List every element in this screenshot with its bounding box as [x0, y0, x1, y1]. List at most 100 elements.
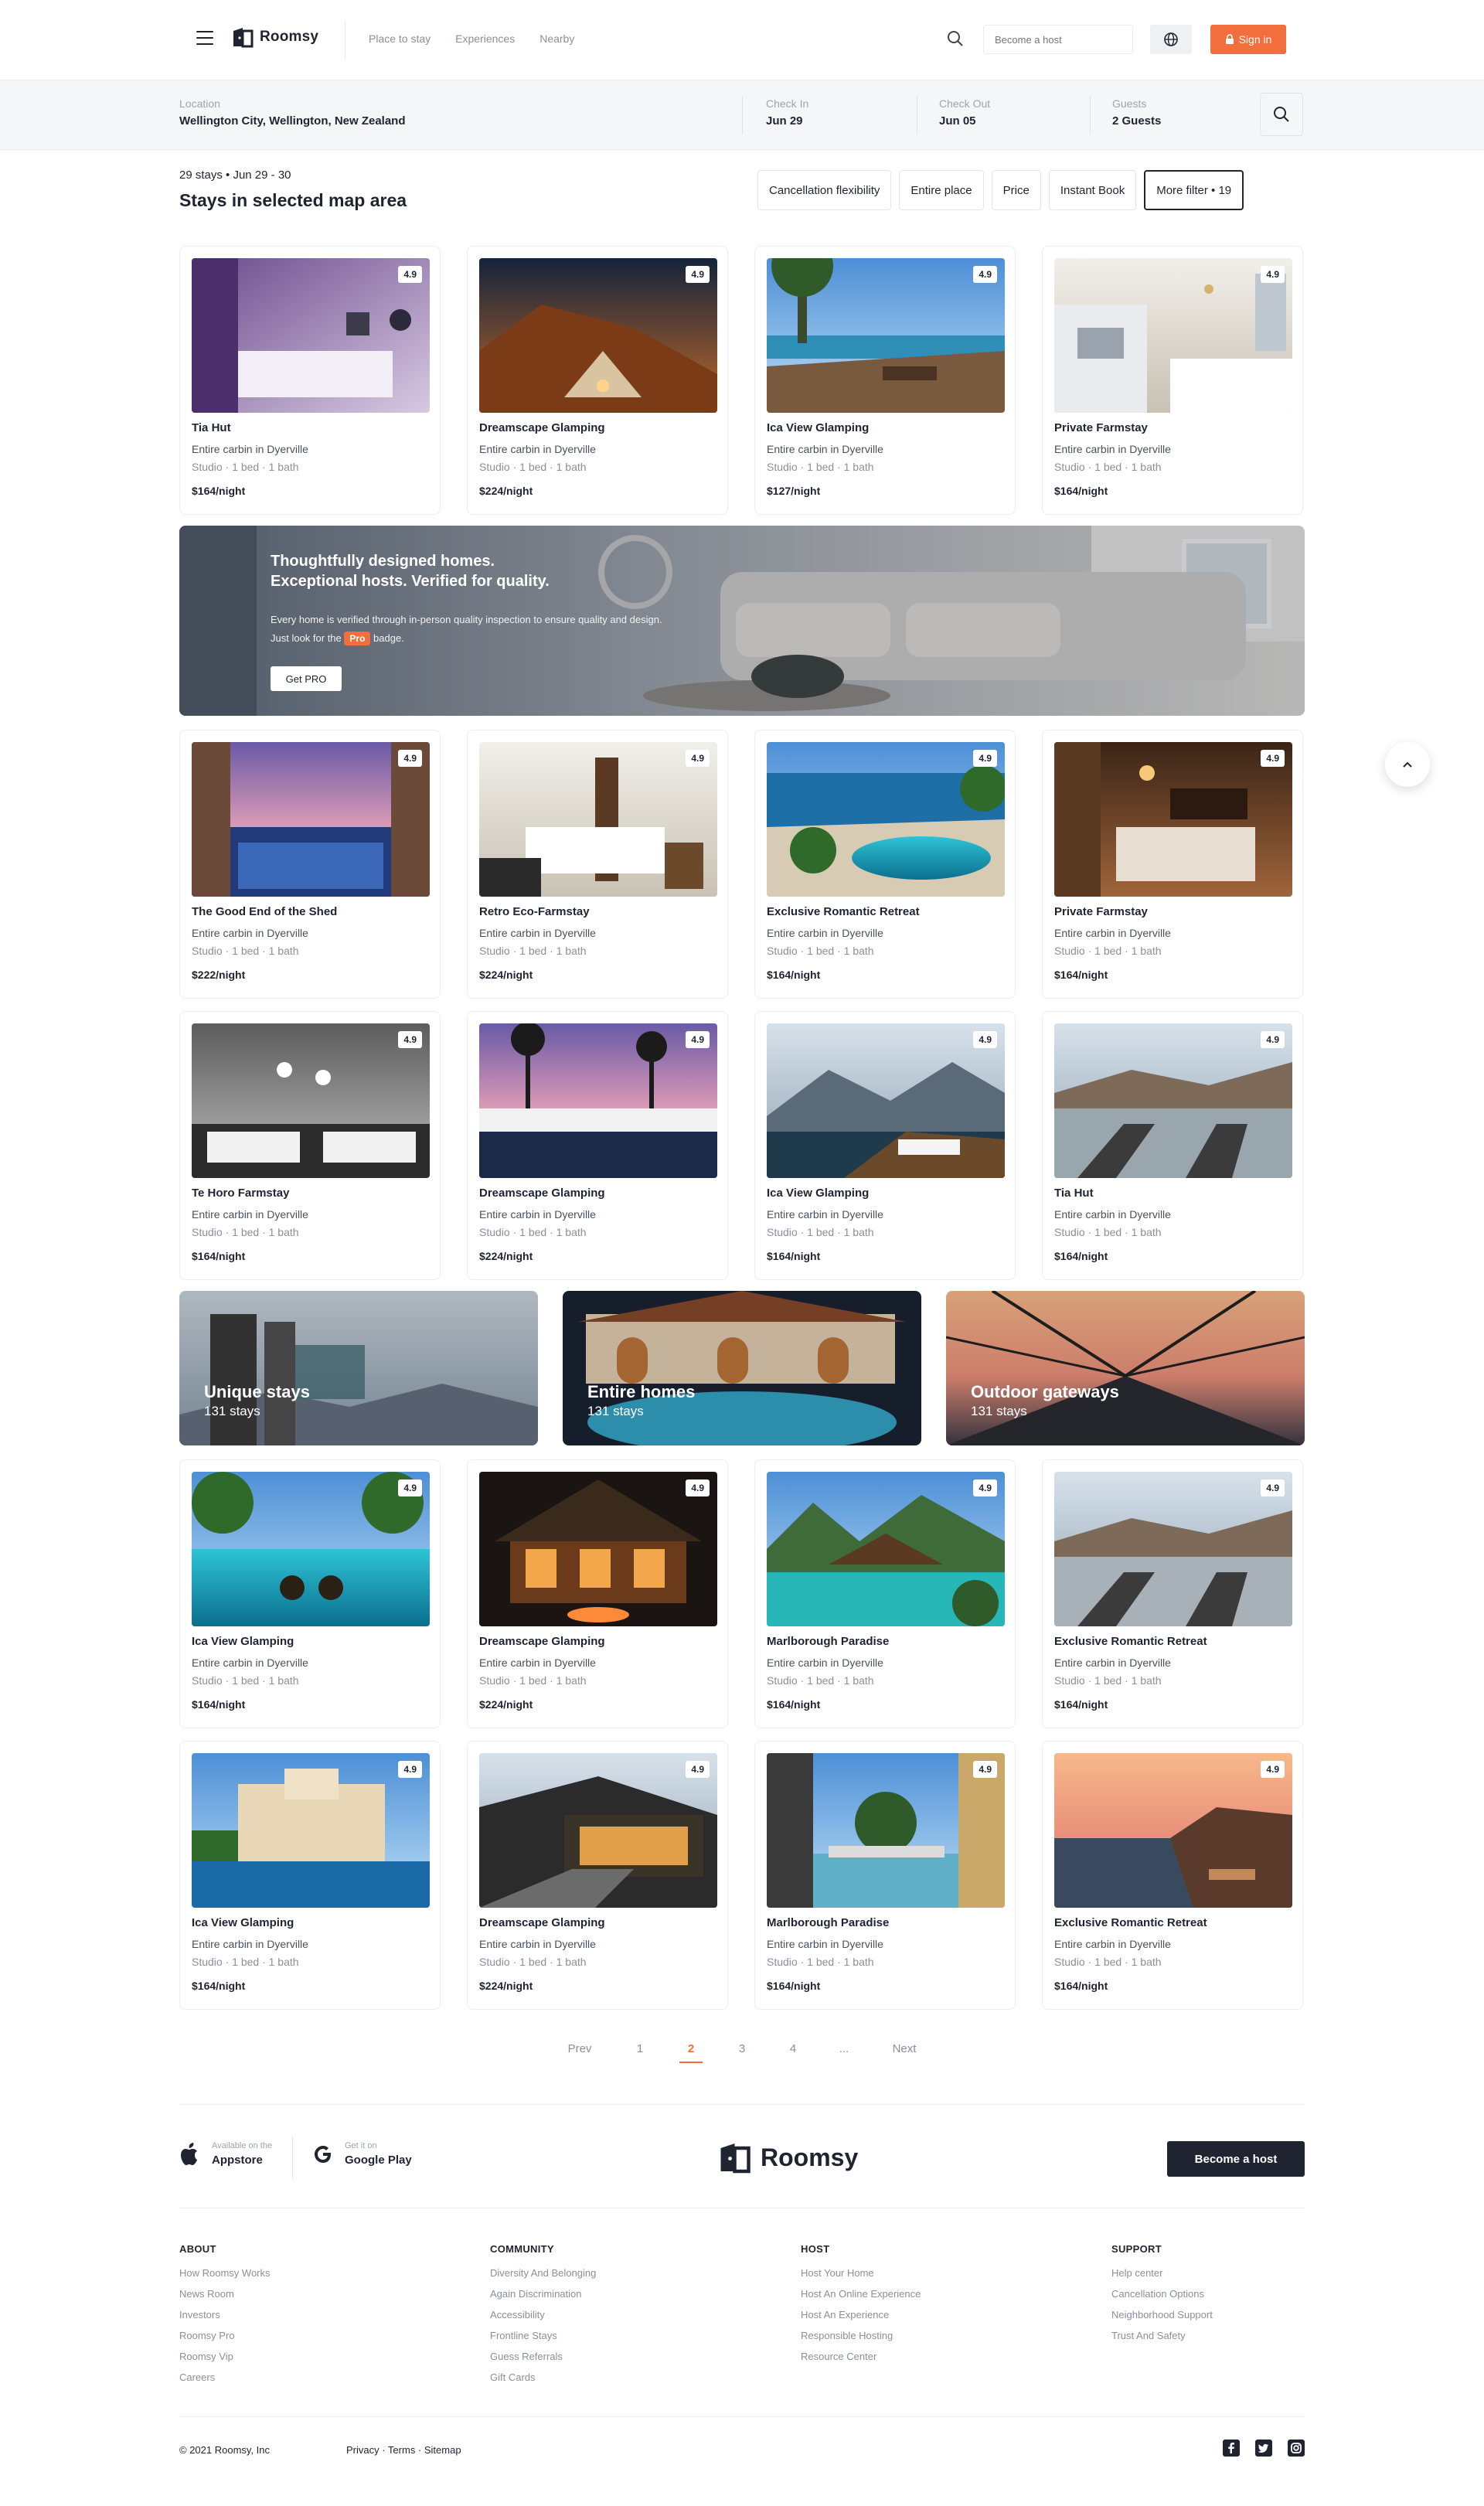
footer-link[interactable]: How Roomsy Works [179, 2263, 271, 2283]
listing-photo[interactable]: 4.9 [1054, 1023, 1292, 1178]
category-entire-homes[interactable]: Entire homes 131 stays [563, 1291, 921, 1445]
footer-link[interactable]: Again Discrimination [490, 2283, 596, 2304]
pagination-page[interactable]: 3 [716, 2042, 768, 2063]
legal-links[interactable]: Privacy · Terms · Sitemap [346, 2444, 461, 2456]
nav-nearby[interactable]: Nearby [539, 32, 574, 45]
listing-card[interactable]: 4.9 Dreamscape Glamping Entire carbin in D… [467, 1011, 728, 1280]
listing-title[interactable]: Dreamscape Glamping [479, 1635, 605, 1648]
listing-photo[interactable]: 4.9 [192, 258, 430, 413]
listing-card[interactable]: 4.9 Tia Hut Entire carbin in Dyerville Stud… [1042, 1011, 1303, 1280]
guests-field[interactable]: Guests 2 Guests [1112, 97, 1161, 128]
filter-price-button[interactable]: Price [991, 170, 1041, 210]
listing-card[interactable]: 4.9 Exclusive Romantic Retreat Entire carb… [754, 730, 1016, 999]
listing-title[interactable]: Ica View Glamping [192, 1916, 294, 1929]
footer-link[interactable]: Careers [179, 2367, 271, 2388]
listing-photo[interactable]: 4.9 [1054, 258, 1292, 413]
listing-title[interactable]: Ica View Glamping [192, 1635, 294, 1648]
language-button[interactable] [1150, 25, 1192, 54]
listing-title[interactable]: Marlborough Paradise [767, 1916, 889, 1929]
location-field[interactable]: Location Wellington City, Wellington, Ne… [179, 97, 406, 128]
instagram-icon[interactable] [1288, 2440, 1305, 2457]
checkin-field[interactable]: Check In Jun 29 [766, 97, 808, 128]
listing-title[interactable]: Tia Hut [192, 421, 231, 434]
footer-link[interactable]: Roomsy Vip [179, 2346, 271, 2367]
pagination-page[interactable]: 4 [768, 2042, 819, 2063]
listing-title[interactable]: Dreamscape Glamping [479, 421, 605, 434]
listing-photo[interactable]: 4.9 [192, 1472, 430, 1626]
menu-icon[interactable] [196, 31, 213, 46]
scroll-to-top-button[interactable] [1385, 742, 1430, 787]
listing-photo[interactable]: 4.9 [1054, 742, 1292, 897]
pagination-page-active[interactable]: 2 [665, 2042, 716, 2063]
search-icon[interactable] [946, 29, 965, 48]
listing-photo[interactable]: 4.9 [1054, 1753, 1292, 1908]
listing-photo[interactable]: 4.9 [479, 1023, 717, 1178]
footer-link[interactable]: Gift Cards [490, 2367, 596, 2388]
listing-photo[interactable]: 4.9 [192, 1023, 430, 1178]
footer-link[interactable]: Frontline Stays [490, 2325, 596, 2346]
listing-card[interactable]: 4.9 Exclusive Romantic Retreat Entire carb… [1042, 1741, 1303, 2010]
listing-title[interactable]: Ica View Glamping [767, 421, 869, 434]
footer-link[interactable]: Host An Online Experience [801, 2283, 921, 2304]
filter-instant-book-button[interactable]: Instant Book [1048, 170, 1137, 210]
listing-photo[interactable]: 4.9 [767, 1023, 1005, 1178]
footer-link[interactable]: Cancellation Options [1111, 2283, 1213, 2304]
become-host-input[interactable] [983, 25, 1133, 54]
footer-link[interactable]: Investors [179, 2304, 271, 2325]
listing-title[interactable]: Tia Hut [1054, 1187, 1094, 1200]
listing-title[interactable]: Exclusive Romantic Retreat [1054, 1635, 1207, 1648]
footer-link[interactable]: Accessibility [490, 2304, 596, 2325]
listing-card[interactable]: 4.9 Exclusive Romantic Retreat Entire carb… [1042, 1459, 1303, 1728]
listing-title[interactable]: Ica View Glamping [767, 1187, 869, 1200]
listing-photo[interactable]: 4.9 [767, 1753, 1005, 1908]
listing-photo[interactable]: 4.9 [1054, 1472, 1292, 1626]
listing-card[interactable]: 4.9 Marlborough Paradise Entire carbin in … [754, 1459, 1016, 1728]
listing-card[interactable]: 4.9 Private Farmstay Entire carbin in Dyer… [1042, 246, 1303, 515]
pagination-next[interactable]: Next [870, 2042, 939, 2063]
footer-link[interactable]: Host Your Home [801, 2263, 921, 2283]
listing-card[interactable]: 4.9 Ica View Glamping Entire carbin in Dye… [754, 246, 1016, 515]
listing-title[interactable]: Private Farmstay [1054, 421, 1148, 434]
footer-link[interactable]: Trust And Safety [1111, 2325, 1213, 2346]
listing-card[interactable]: 4.9 Marlborough Paradise Entire carbin in … [754, 1741, 1016, 2010]
listing-title[interactable]: Private Farmstay [1054, 905, 1148, 918]
listing-card[interactable]: 4.9 Dreamscape Glamping Entire carbin in D… [467, 246, 728, 515]
footer-link[interactable]: Resource Center [801, 2346, 921, 2367]
sign-in-button[interactable]: Sign in [1210, 25, 1286, 54]
listing-card[interactable]: 4.9 Tia Hut Entire carbin in Dyerville Stud… [179, 246, 441, 515]
listing-photo[interactable]: 4.9 [767, 258, 1005, 413]
nav-place-to-stay[interactable]: Place to stay [369, 32, 431, 45]
facebook-icon[interactable] [1223, 2440, 1240, 2457]
listing-title[interactable]: Retro Eco-Farmstay [479, 905, 590, 918]
listing-photo[interactable]: 4.9 [479, 258, 717, 413]
footer-link[interactable]: Host An Experience [801, 2304, 921, 2325]
footer-link[interactable]: Diversity And Belonging [490, 2263, 596, 2283]
listing-photo[interactable]: 4.9 [767, 742, 1005, 897]
category-outdoor-gateways[interactable]: Outdoor gateways 131 stays [946, 1291, 1305, 1445]
brand-logo[interactable]: Roomsy [232, 26, 318, 48]
more-filter-button[interactable]: More filter • 19 [1144, 170, 1244, 210]
footer-link[interactable]: Responsible Hosting [801, 2325, 921, 2346]
listing-card[interactable]: 4.9 The Good End of the Shed Entire carbin… [179, 730, 441, 999]
checkout-field[interactable]: Check Out Jun 05 [939, 97, 990, 128]
twitter-icon[interactable] [1255, 2440, 1272, 2457]
listing-card[interactable]: 4.9 Ica View Glamping Entire carbin in Dye… [754, 1011, 1016, 1280]
listing-title[interactable]: Marlborough Paradise [767, 1635, 889, 1648]
pagination-prev[interactable]: Prev [545, 2042, 614, 2063]
listing-title[interactable]: Exclusive Romantic Retreat [1054, 1916, 1207, 1929]
listing-photo[interactable]: 4.9 [479, 742, 717, 897]
listing-photo[interactable]: 4.9 [479, 1472, 717, 1626]
listing-card[interactable]: 4.9 Retro Eco-Farmstay Entire carbin in Dy… [467, 730, 728, 999]
listing-card[interactable]: 4.9 Ica View Glamping Entire carbin in Dye… [179, 1741, 441, 2010]
footer-link[interactable]: Roomsy Pro [179, 2325, 271, 2346]
search-submit-button[interactable] [1260, 93, 1303, 136]
footer-link[interactable]: News Room [179, 2283, 271, 2304]
listing-photo[interactable]: 4.9 [479, 1753, 717, 1908]
filter-entire-place-button[interactable]: Entire place [899, 170, 984, 210]
listing-card[interactable]: 4.9 Te Horo Farmstay Entire carbin in Dyer… [179, 1011, 441, 1280]
listing-photo[interactable]: 4.9 [192, 1753, 430, 1908]
listing-title[interactable]: Dreamscape Glamping [479, 1916, 605, 1929]
pagination-page[interactable]: 1 [614, 2042, 665, 2063]
footer-brand-logo[interactable]: Roomsy [717, 2141, 858, 2174]
listing-card[interactable]: 4.9 Dreamscape Glamping Entire carbin in D… [467, 1741, 728, 2010]
